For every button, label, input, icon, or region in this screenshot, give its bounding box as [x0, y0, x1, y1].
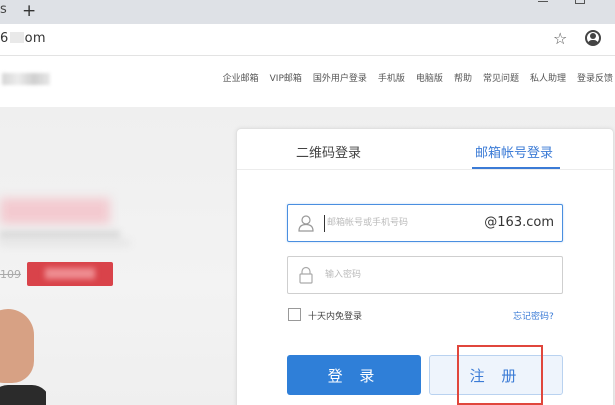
promo-title-redacted: [0, 198, 110, 224]
promo-text-redacted: [0, 230, 120, 240]
tab-fragment[interactable]: s: [0, 2, 7, 17]
browser-tab-strip: s +: [0, 0, 615, 24]
nav-faq[interactable]: 常见问题: [483, 71, 519, 84]
password-input[interactable]: [325, 268, 475, 282]
minimize-icon[interactable]: [538, 0, 548, 2]
remember-label[interactable]: 十天内免登录: [308, 309, 362, 322]
tab-qr-login[interactable]: 二维码登录: [296, 142, 361, 161]
register-button[interactable]: 注 册: [429, 355, 563, 395]
promo-button[interactable]: [27, 262, 113, 286]
person-shirt: [0, 385, 46, 405]
nav-feedback[interactable]: 登录反馈: [577, 71, 613, 84]
password-field[interactable]: [287, 256, 563, 294]
nav-help[interactable]: 帮助: [454, 71, 472, 84]
promo-subtext-redacted: [0, 240, 130, 246]
person-face: [0, 309, 34, 383]
tab-email-login[interactable]: 邮箱帐号登录: [475, 142, 553, 161]
nav-enterprise-mail[interactable]: 企业邮箱: [223, 71, 259, 84]
star-icon[interactable]: ☆: [553, 29, 567, 48]
email-domain-suffix: @163.com: [484, 215, 554, 230]
old-price: 109: [0, 268, 21, 281]
promo-person-image: [0, 309, 46, 405]
site-header: 企业邮箱 VIP邮箱 国外用户登录 手机版 电脑版 帮助 常见问题 私人助理 登…: [0, 57, 615, 107]
lock-icon: [299, 266, 313, 284]
user-icon: [298, 215, 314, 232]
email-field[interactable]: @163.com: [287, 204, 563, 242]
nav-assistant[interactable]: 私人助理: [530, 71, 566, 84]
email-input[interactable]: [327, 216, 477, 230]
remember-checkbox[interactable]: [288, 308, 301, 321]
nav-overseas-login[interactable]: 国外用户登录: [313, 71, 367, 84]
nav-desktop[interactable]: 电脑版: [416, 71, 443, 84]
top-nav: 企业邮箱 VIP邮箱 国外用户登录 手机版 电脑版 帮助 常见问题 私人助理 登…: [212, 71, 613, 84]
url-redaction: [9, 32, 24, 43]
forgot-password-link[interactable]: 忘记密码?: [513, 309, 554, 322]
nav-mobile[interactable]: 手机版: [378, 71, 405, 84]
address-bar[interactable]: 6 om ☆: [0, 24, 615, 56]
site-logo[interactable]: [2, 73, 50, 85]
tab-divider: [237, 169, 613, 170]
nav-vip-mail[interactable]: VIP邮箱: [270, 71, 302, 84]
promo-button-label-redacted: [45, 268, 95, 279]
account-icon[interactable]: [585, 30, 601, 46]
maximize-icon[interactable]: [575, 0, 585, 4]
text-caret: [324, 215, 325, 232]
url-text[interactable]: 6 om: [0, 31, 46, 46]
login-panel: 二维码登录 邮箱帐号登录 @163.com 十天内免登录 忘记密码? 登 录 注…: [236, 128, 614, 405]
login-button[interactable]: 登 录: [287, 355, 421, 395]
new-tab-button[interactable]: +: [22, 0, 36, 22]
